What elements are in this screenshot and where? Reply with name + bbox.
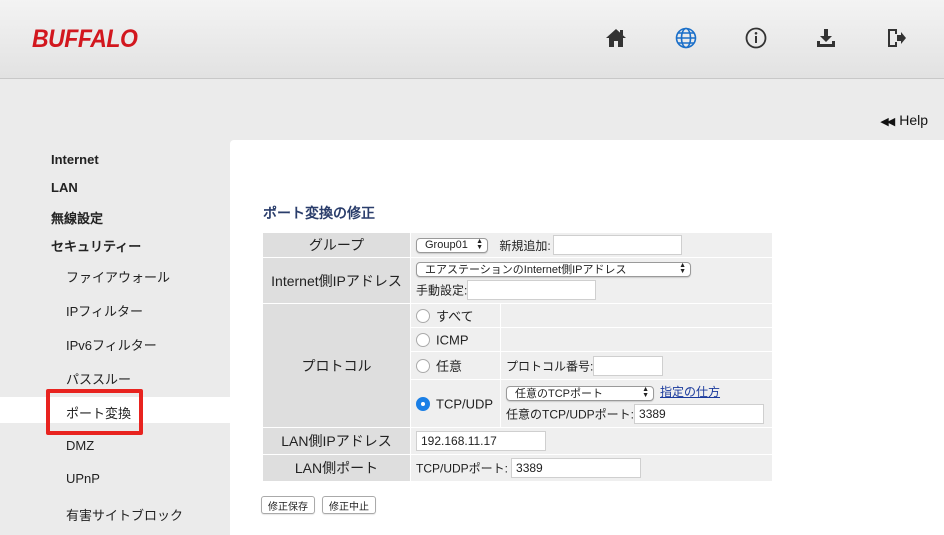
group-label: グループ [262,232,411,258]
collapse-arrows-icon: ◀◀ [880,116,895,128]
tcp-port-select-value: 任意のTCPポート [515,388,603,401]
sidebar-item-firewall[interactable]: ファイアウォール [66,267,170,286]
radio-tcpudp[interactable] [416,396,430,411]
manual-setting-input[interactable] [467,279,597,300]
sidebar-item-lan[interactable]: LAN [51,180,78,195]
protocol-label: プロトコル [262,303,411,428]
protocol-option-any[interactable]: 任意 [410,351,501,380]
sidebar-item-dmz[interactable]: DMZ [66,438,94,453]
info-icon[interactable] [744,24,768,52]
sidebar-item-internet[interactable]: Internet [51,152,99,167]
radio-all[interactable] [416,308,430,323]
sidebar-item-passthrough[interactable]: パススルー [66,369,131,388]
how-to-specify-link[interactable]: 指定の仕方 [660,385,720,399]
sidebar-item-wireless[interactable]: 無線設定 [51,208,103,227]
select-arrows-icon: ▲ ▼ [476,238,483,251]
group-select[interactable]: Group01 ▲ ▼ [416,237,488,253]
buffalo-logo[interactable]: BUFFALO [32,25,138,54]
radio-icmp-label: ICMP [436,332,469,348]
logout-icon[interactable] [884,24,908,52]
radio-icmp[interactable] [416,332,430,347]
page-title: ポート変換の修正 [263,205,375,221]
lan-port-prefix: TCP/UDPポート: [416,461,509,476]
protocol-option-icmp[interactable]: ICMP [410,327,501,352]
select-arrows-icon: ▲ ▼ [679,262,686,276]
group-select-value: Group01 [425,239,468,251]
lan-ip-label: LAN側IPアドレス [262,427,411,455]
port-forward-form: グループ Group01 ▲ ▼ 新規追加: Internet側IPアドレス エアス… [262,232,773,482]
sidebar-item-harmful-site-block[interactable]: 有害サイトブロック [66,505,183,524]
protocol-option-tcpudp[interactable]: TCP/UDP [410,379,501,428]
cancel-button[interactable]: 修正中止 [322,496,376,514]
new-group-label: 新規追加: [499,238,551,253]
protocol-option-all[interactable]: すべて [410,303,501,328]
radio-all-label: すべて [436,309,474,324]
any-port-label: 任意のTCP/UDPポート: [506,407,635,422]
sidebar-item-ipv6-filter[interactable]: IPv6フィルター [66,335,157,354]
sidebar-item-ip-filter[interactable]: IPフィルター [66,301,143,320]
help-label: Help [899,112,928,128]
sidebar-item-security[interactable]: セキュリティー [51,236,141,255]
main-content-panel: ポート変換の修正 グループ Group01 ▲ ▼ 新規追加: Internet側I… [230,140,944,535]
select-arrows-icon: ▲ ▼ [642,386,649,400]
any-port-input[interactable]: 3389 [634,403,765,424]
download-icon[interactable] [814,24,838,52]
manual-setting-label: 手動設定: [416,283,468,298]
internet-ip-select-value: エアステーションのInternet側IPアドレス [425,264,627,277]
protocol-icmp-extra [500,327,773,352]
new-group-input[interactable] [552,235,682,255]
protocol-number-input[interactable] [593,355,664,376]
save-button[interactable]: 修正保存 [261,496,315,514]
header-bar: BUFFALO [0,0,944,79]
radio-tcpudp-label: TCP/UDP [436,396,494,412]
internet-ip-select[interactable]: エアステーションのInternet側IPアドレス ▲ ▼ [416,261,691,277]
radio-any[interactable] [416,358,430,373]
lan-ip-input[interactable]: 192.168.11.17 [416,431,546,451]
internet-ip-label: Internet側IPアドレス [262,257,411,304]
radio-any-label: 任意 [436,359,463,374]
lan-port-label: LAN側ポート [262,454,411,482]
protocol-number-label: プロトコル番号: [506,359,594,373]
help-toggle[interactable]: ◀◀ Help [880,112,928,128]
tcp-port-select[interactable]: 任意のTCPポート ▲ ▼ [506,385,654,401]
home-icon[interactable] [604,24,628,52]
globe-icon[interactable] [674,24,698,52]
sidebar-item-upnp[interactable]: UPnP [66,471,100,486]
protocol-all-extra [500,303,773,328]
highlight-annotation-box [46,389,143,435]
lan-port-input[interactable]: 3389 [511,458,642,478]
